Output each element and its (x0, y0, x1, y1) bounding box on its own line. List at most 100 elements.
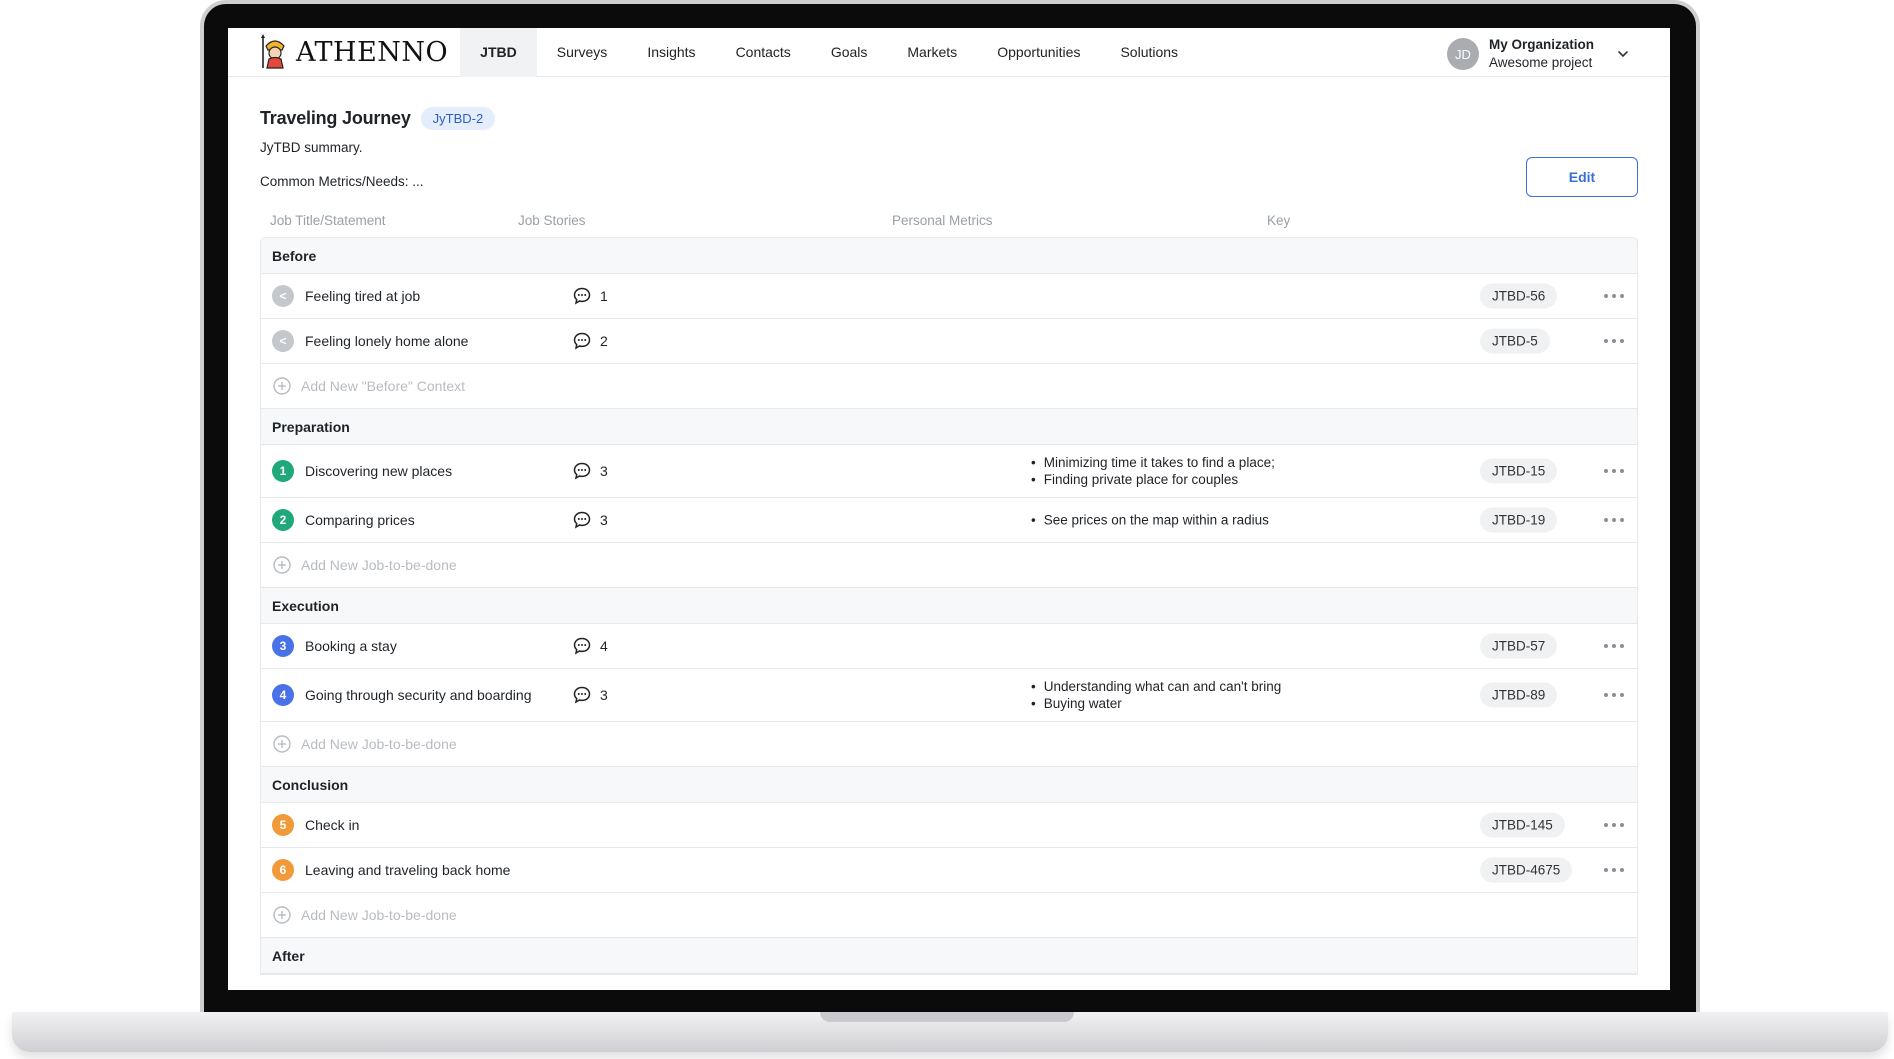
job-title[interactable]: Going through security and boarding (305, 687, 531, 703)
job-stories[interactable]: 4 (572, 636, 608, 656)
nav-item-markets[interactable]: Markets (887, 28, 977, 77)
job-title[interactable]: Feeling tired at job (305, 288, 420, 304)
nav-item-goals[interactable]: Goals (811, 28, 888, 77)
nav-item-contacts[interactable]: Contacts (716, 28, 811, 77)
nav-item-insights[interactable]: Insights (627, 28, 715, 77)
table-row[interactable]: 3 Booking a stay 4 JTBD-57 (261, 624, 1637, 669)
personal-metrics: See prices on the map within a radius (1031, 512, 1269, 529)
main-nav: JTBD Surveys Insights Contacts Goals Markets O… (460, 28, 1198, 77)
column-header-title: Job Title/Statement (270, 213, 386, 228)
job-key-badge: JTBD-15 (1480, 458, 1558, 484)
step-number-badge: < (272, 285, 294, 307)
add-new-label: Add New Job-to-be-done (301, 907, 457, 923)
journey-key-badge: JyTBD-2 (420, 107, 496, 130)
table-row[interactable]: 4 Going through security and boarding 3 Und… (261, 669, 1637, 722)
athena-logo-icon (261, 34, 285, 69)
more-options-icon[interactable] (1603, 468, 1625, 474)
add-new-row[interactable]: Add New "Before" Context (261, 364, 1637, 409)
table-row[interactable]: 1 Discovering new places 3 Minimizing time … (261, 445, 1637, 498)
avatar: JD (1446, 38, 1479, 70)
job-title[interactable]: Leaving and traveling back home (305, 862, 510, 878)
organization-switcher[interactable]: JD My Organization Awesome project (1446, 36, 1630, 72)
personal-metric-item: Minimizing time it takes to find a place… (1031, 454, 1275, 471)
project-name: Awesome project (1488, 55, 1593, 70)
add-new-row[interactable]: Add New Job-to-be-done (261, 543, 1637, 588)
group-header-execution: Execution (261, 588, 1637, 624)
logo-text: ATHENNO (296, 36, 449, 68)
nav-item-solutions[interactable]: Solutions (1100, 28, 1198, 77)
laptop-notch (820, 1012, 1074, 1022)
job-stories-count: 3 (600, 512, 608, 528)
organization-name: My Organization (1488, 37, 1594, 52)
job-stories[interactable]: 3 (572, 461, 608, 481)
table-row[interactable]: 6 Leaving and traveling back home JTBD-467… (261, 848, 1637, 893)
personal-metric-item: Buying water (1031, 695, 1281, 712)
table-row[interactable]: 5 Check in JTBD-145 (261, 803, 1637, 848)
job-key-badge: JTBD-56 (1480, 283, 1558, 309)
job-stories[interactable]: 3 (572, 510, 608, 530)
table-row[interactable]: 2 Comparing prices 3 See prices on the map … (261, 498, 1637, 543)
job-stories-count: 1 (600, 288, 608, 304)
job-title[interactable]: Comparing prices (305, 512, 415, 528)
job-stories[interactable]: 3 (572, 685, 608, 705)
personal-metric-item: Finding private place for couples (1031, 471, 1275, 488)
comment-icon (573, 511, 591, 529)
app-screen: ATHENNO JTBD Surveys Insights Contacts Goals… (228, 28, 1670, 990)
add-new-label: Add New Job-to-be-done (301, 557, 457, 573)
job-title[interactable]: Discovering new places (305, 463, 452, 479)
step-number-badge: 3 (272, 635, 294, 657)
add-new-label: Add New Job-to-be-done (301, 736, 457, 752)
more-options-icon[interactable] (1603, 338, 1625, 344)
job-key-badge: JTBD-19 (1480, 507, 1558, 533)
job-stories[interactable]: 1 (572, 286, 608, 306)
nav-item-jtbd[interactable]: JTBD (460, 28, 537, 77)
table-row[interactable]: < Feeling tired at job 1 JTBD-56 (261, 274, 1637, 319)
common-metrics: Common Metrics/Needs: ... (260, 174, 424, 189)
logo[interactable]: ATHENNO (260, 34, 448, 70)
group-header-after: After (261, 938, 1637, 974)
personal-metrics: Minimizing time it takes to find a place… (1031, 454, 1275, 488)
comment-icon (573, 686, 591, 704)
nav-item-surveys[interactable]: Surveys (537, 28, 628, 77)
add-circle-icon (273, 735, 291, 753)
step-number-badge: 4 (272, 684, 294, 706)
more-options-icon[interactable] (1603, 692, 1625, 698)
step-number-badge: 2 (272, 509, 294, 531)
more-options-icon[interactable] (1603, 822, 1625, 828)
job-stories[interactable]: 2 (572, 331, 608, 351)
job-stories-count: 3 (600, 463, 608, 479)
personal-metric-item: Understanding what can and can't bring (1031, 678, 1281, 695)
more-options-icon[interactable] (1603, 293, 1625, 299)
column-header-stories: Job Stories (518, 213, 586, 228)
add-circle-icon (273, 556, 291, 574)
main-content: Traveling Journey JyTBD-2 JyTBD summary.… (228, 107, 1670, 975)
group-header-preparation: Preparation (261, 409, 1637, 445)
step-number-badge: 1 (272, 460, 294, 482)
comment-icon (573, 332, 591, 350)
page-title: Traveling Journey (260, 108, 411, 128)
job-key-badge: JTBD-89 (1480, 682, 1558, 708)
more-options-icon[interactable] (1603, 643, 1625, 649)
add-circle-icon (273, 377, 291, 395)
add-new-row[interactable]: Add New Job-to-be-done (261, 893, 1637, 938)
chevron-down-icon[interactable] (1616, 47, 1630, 61)
job-title[interactable]: Feeling lonely home alone (305, 333, 468, 349)
personal-metric-item: See prices on the map within a radius (1031, 512, 1269, 529)
step-number-badge: 5 (272, 814, 294, 836)
nav-item-opportunities[interactable]: Opportunities (977, 28, 1100, 77)
step-number-badge: < (272, 330, 294, 352)
job-stories-count: 3 (600, 687, 608, 703)
step-number-badge: 6 (272, 859, 294, 881)
journey-summary: JyTBD summary. (260, 140, 363, 155)
comment-icon (573, 637, 591, 655)
more-options-icon[interactable] (1603, 867, 1625, 873)
job-title[interactable]: Check in (305, 817, 359, 833)
job-stories-count: 2 (600, 333, 608, 349)
add-new-row[interactable]: Add New Job-to-be-done (261, 722, 1637, 767)
job-key-badge: JTBD-5 (1480, 328, 1550, 354)
job-title[interactable]: Booking a stay (305, 638, 397, 654)
edit-button[interactable]: Edit (1526, 157, 1638, 197)
more-options-icon[interactable] (1603, 517, 1625, 523)
table-row[interactable]: < Feeling lonely home alone 2 JTBD-5 (261, 319, 1637, 364)
job-stories-count: 4 (600, 638, 608, 654)
